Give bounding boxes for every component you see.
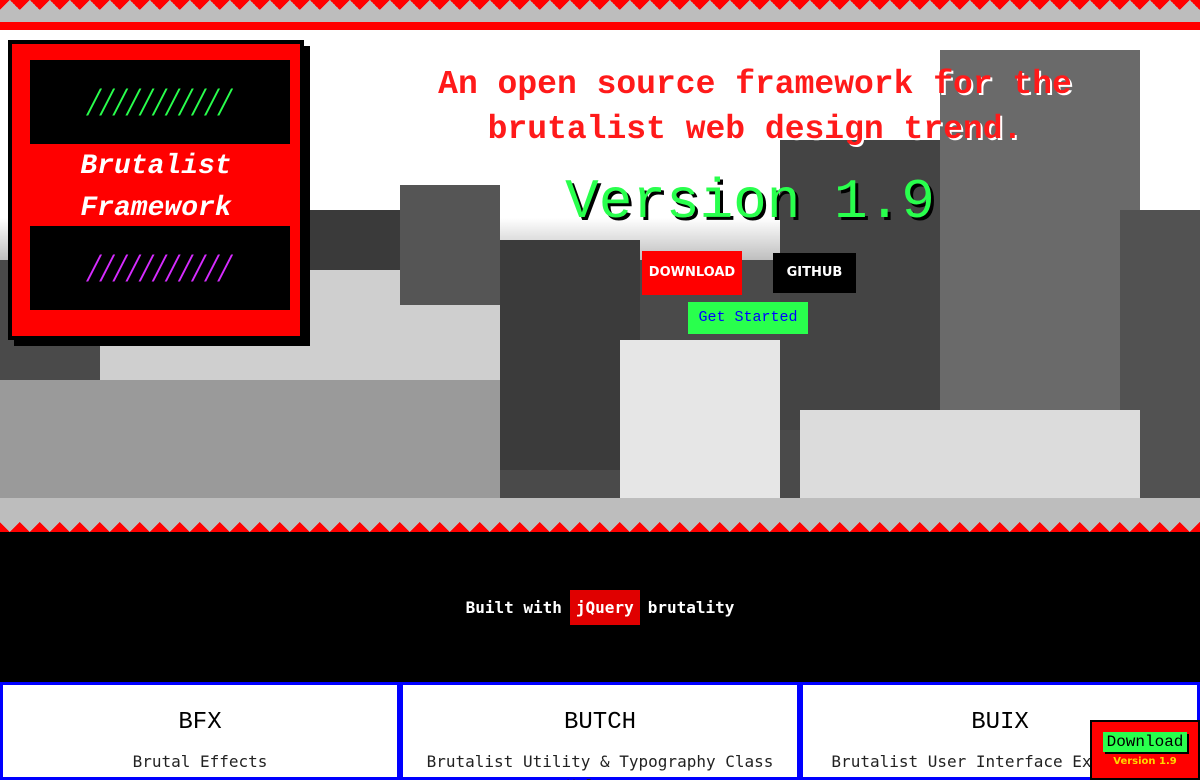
logo-title: Brutalist Framework bbox=[12, 146, 300, 230]
tagline-line1: An open source framework for the bbox=[438, 66, 1072, 103]
built-with-prefix: Built with bbox=[465, 597, 562, 617]
feature-cards: BFX Brutal Effects BUTCH Brutalist Utili… bbox=[0, 682, 1200, 780]
get-started-button[interactable]: Get Started bbox=[688, 302, 808, 334]
download-button[interactable]: DOWNLOAD bbox=[642, 251, 742, 295]
card-subtitle: Brutalist Utility & Typography Class Hel… bbox=[426, 752, 774, 780]
tagline-line2: brutalist web design trend. bbox=[487, 111, 1023, 148]
bottom-zigzag-border bbox=[0, 498, 1200, 532]
jquery-badge: jQuery bbox=[569, 589, 640, 625]
github-button[interactable]: GITHUB bbox=[773, 253, 856, 293]
version-heading: Version 1.9 bbox=[565, 170, 935, 234]
card-title: BUTCH bbox=[563, 709, 636, 736]
floating-download-version: Version 1.9 bbox=[1113, 756, 1177, 767]
logo-slashes-bottom: /////////// bbox=[30, 226, 290, 310]
card-bfx[interactable]: BFX Brutal Effects bbox=[0, 682, 400, 780]
card-subtitle: Brutal Effects bbox=[132, 752, 268, 771]
logo-title-line1: Brutalist bbox=[80, 151, 232, 182]
card-butch[interactable]: BUTCH Brutalist Utility & Typography Cla… bbox=[400, 682, 800, 780]
logo-title-line2: Framework bbox=[80, 193, 232, 224]
built-with-suffix: brutality bbox=[647, 597, 735, 617]
floating-download-button[interactable]: Download Version 1.9 bbox=[1090, 720, 1200, 780]
hero-tagline: An open source framework for the brutali… bbox=[330, 62, 1180, 152]
floating-download-label: Download bbox=[1102, 732, 1188, 752]
brutalist-framework-logo[interactable]: /////////// Brutalist Framework ////////… bbox=[8, 40, 304, 340]
logo-slashes-top: /////////// bbox=[30, 60, 290, 144]
built-with-banner: Built with jQuery brutality bbox=[0, 532, 1200, 682]
card-title: BFX bbox=[178, 709, 222, 736]
top-zigzag-border bbox=[0, 0, 1200, 30]
